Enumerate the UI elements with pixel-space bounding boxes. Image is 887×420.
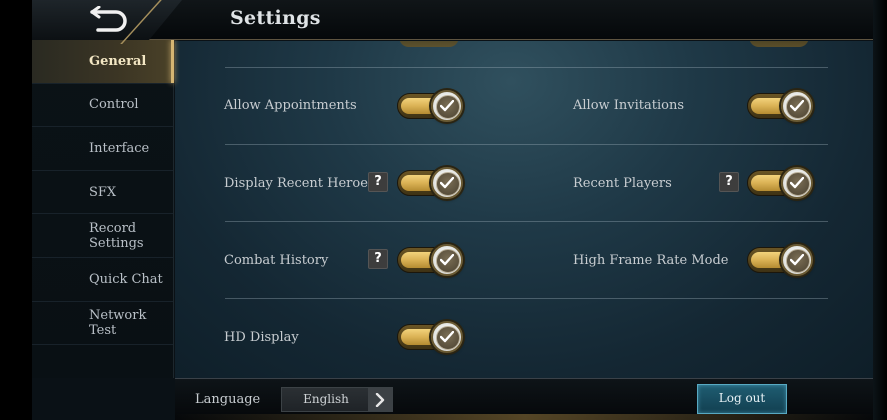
sidebar-item-network-test[interactable]: Network Test (32, 302, 173, 346)
row-divider (225, 144, 828, 145)
allow-invitations-toggle[interactable] (747, 89, 815, 123)
language-label: Language (195, 392, 261, 407)
footer-bar: Language English Log out (175, 378, 875, 420)
footer-glow (175, 414, 875, 420)
recent-players-toggle[interactable] (747, 166, 815, 200)
toggle-knob (431, 90, 463, 122)
row-divider (225, 67, 828, 68)
help-icon[interactable]: ? (719, 172, 739, 192)
sidebar-item-sfx[interactable]: SFX (32, 171, 173, 215)
offscreen-toggle (749, 41, 809, 47)
settings-content: Allow Appointments Allow Invitations Dis… (175, 41, 875, 378)
screen-edge-left (0, 0, 32, 420)
high-frame-rate-mode-toggle[interactable] (747, 243, 815, 277)
sidebar-item-quick-chat[interactable]: Quick Chat (32, 258, 173, 302)
toggle-knob (431, 321, 463, 353)
high-frame-rate-mode-label: High Frame Rate Mode (573, 253, 729, 268)
check-icon (440, 331, 454, 343)
settings-sidebar: General Control Interface SFX Record Set… (32, 40, 174, 378)
header-bar: Settings (0, 0, 887, 44)
check-icon (790, 254, 804, 266)
hd-display-toggle[interactable] (397, 320, 465, 354)
allow-appointments-label: Allow Appointments (224, 98, 357, 113)
combat-history-toggle[interactable] (397, 243, 465, 277)
row-divider (225, 298, 828, 299)
row-divider (225, 221, 828, 222)
toggle-knob (781, 167, 813, 199)
logout-button[interactable]: Log out (697, 384, 787, 414)
toggle-knob (431, 244, 463, 276)
check-icon (790, 100, 804, 112)
language-next-button[interactable] (368, 388, 392, 411)
sidebar-item-general[interactable]: General (32, 40, 174, 84)
offscreen-toggle (399, 41, 459, 47)
sidebar-item-interface[interactable]: Interface (32, 127, 173, 171)
hd-display-label: HD Display (224, 330, 299, 345)
toggle-knob (781, 90, 813, 122)
screen-edge-right (873, 0, 887, 420)
sidebar-item-label: General (89, 53, 147, 69)
sidebar-item-label: SFX (89, 184, 117, 200)
display-recent-heroes-label: Display Recent Heroes (224, 176, 375, 191)
toggle-knob (781, 244, 813, 276)
check-icon (440, 100, 454, 112)
check-icon (790, 177, 804, 189)
sidebar-item-label: Network Test (89, 307, 147, 338)
allow-invitations-label: Allow Invitations (573, 98, 685, 113)
sidebar-item-record-settings[interactable]: Record Settings (32, 214, 173, 258)
language-value: English (303, 392, 349, 406)
chevron-right-icon (375, 393, 385, 407)
back-button[interactable] (86, 5, 134, 34)
sidebar-item-label: Interface (89, 140, 150, 156)
settings-screen: Settings General Control Interface SFX R… (0, 0, 887, 420)
sidebar-item-label: Quick Chat (89, 271, 163, 287)
sidebar-item-label: Control (89, 97, 139, 113)
recent-players-label: Recent Players (573, 176, 672, 191)
help-icon[interactable]: ? (368, 249, 388, 269)
combat-history-label: Combat History (224, 253, 329, 268)
allow-appointments-toggle[interactable] (397, 89, 465, 123)
language-selector[interactable]: English (281, 387, 393, 412)
sidebar-item-control[interactable]: Control (32, 84, 173, 128)
toggle-knob (431, 167, 463, 199)
sidebar-item-label: Record Settings (89, 220, 144, 251)
display-recent-heroes-toggle[interactable] (397, 166, 465, 200)
back-arrow-icon (90, 5, 127, 32)
check-icon (440, 177, 454, 189)
check-icon (440, 254, 454, 266)
help-icon[interactable]: ? (368, 172, 388, 192)
page-title: Settings (230, 7, 321, 29)
